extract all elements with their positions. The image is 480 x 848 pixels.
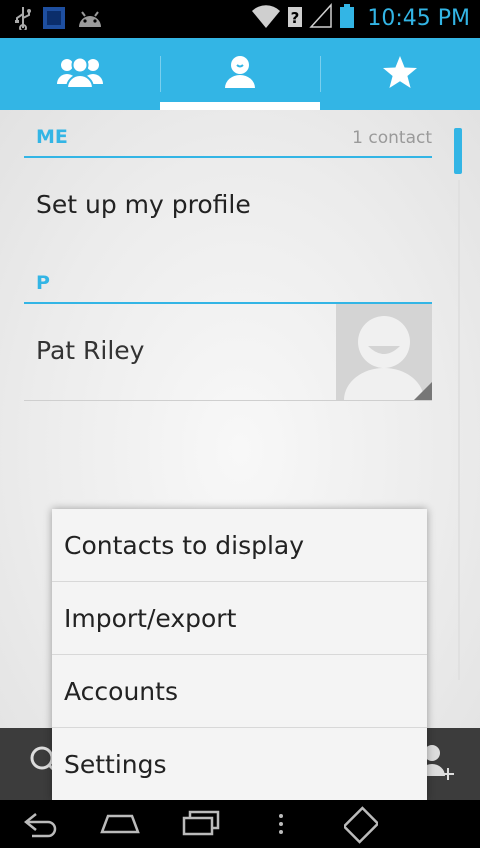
contact-name: Pat Riley [36,336,145,365]
status-icons-left [14,6,104,34]
navigation-bar [0,800,480,848]
person-icon [223,54,257,94]
battery-icon [339,3,355,33]
status-bar: ? 10:45 PM [0,0,480,38]
section-header-me: ME 1 contact [24,110,432,158]
recent-apps-icon[interactable] [182,808,220,844]
scrollbar-track [458,180,460,680]
back-icon[interactable] [22,808,58,844]
tab-bar [0,38,480,110]
sim-app-icon [42,6,66,34]
wifi-icon [251,3,281,33]
quick-contact-badge-icon [414,382,432,400]
section-header-p: P [24,256,432,304]
status-icons-right: ? 10:45 PM [251,3,470,33]
svg-text:?: ? [291,9,300,27]
menu-item-settings[interactable]: Settings [52,728,427,801]
menu-item-accounts[interactable]: Accounts [52,655,427,728]
menu-item-contacts-to-display[interactable]: Contacts to display [52,509,427,582]
rotate-screen-icon[interactable] [342,804,380,848]
avatar[interactable] [336,304,432,400]
signal-strength-icon [309,3,333,33]
tab-favorites[interactable] [320,38,480,110]
android-icon [76,7,104,33]
clock: 10:45 PM [367,5,470,31]
scrollbar-thumb[interactable] [454,128,462,174]
groups-icon [56,54,104,94]
tab-groups[interactable] [0,38,160,110]
signal-unknown-icon: ? [287,3,303,33]
home-icon[interactable] [100,808,140,844]
contact-count: 1 contact [352,128,432,148]
setup-profile-item[interactable]: Set up my profile [36,190,251,219]
tab-all-contacts[interactable] [160,38,320,110]
menu-item-import-export[interactable]: Import/export [52,582,427,655]
star-icon [382,54,418,94]
overflow-menu: Contacts to display Import/export Accoun… [52,509,427,800]
section-title-p: P [36,272,50,294]
usb-icon [14,6,32,34]
section-title-me: ME [36,126,68,148]
menu-dots-icon[interactable] [276,808,286,844]
contact-row[interactable]: Pat Riley [24,304,432,401]
